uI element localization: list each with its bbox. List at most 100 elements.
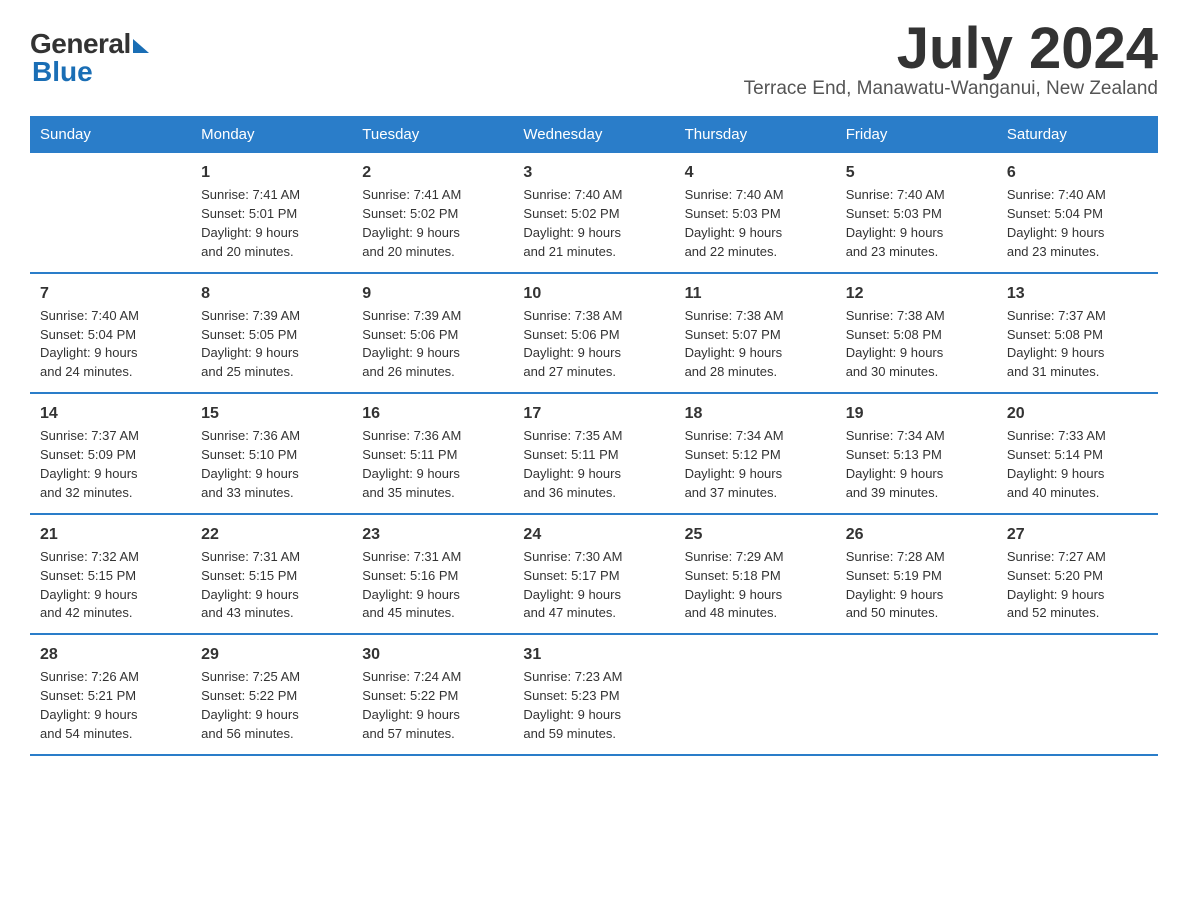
calendar-cell: 31 Sunrise: 7:23 AM Sunset: 5:23 PM Dayli…	[513, 634, 674, 755]
header-sunday: Sunday	[30, 116, 191, 153]
calendar-cell	[997, 634, 1158, 755]
calendar-cell: 4 Sunrise: 7:40 AM Sunset: 5:03 PM Daylig…	[675, 153, 836, 273]
day-info: Sunrise: 7:32 AM Sunset: 5:15 PM Dayligh…	[40, 549, 139, 621]
day-number: 9	[362, 282, 503, 305]
day-info: Sunrise: 7:40 AM Sunset: 5:02 PM Dayligh…	[523, 187, 622, 259]
calendar-cell: 22Sunrise: 7:31 AM Sunset: 5:15 PM Dayli…	[191, 514, 352, 635]
calendar-cell: 20Sunrise: 7:33 AM Sunset: 5:14 PM Dayli…	[997, 393, 1158, 514]
calendar-cell: 16 Sunrise: 7:36 AM Sunset: 5:11 PM Dayli…	[352, 393, 513, 514]
day-info: Sunrise: 7:40 AM Sunset: 5:03 PM Dayligh…	[685, 187, 784, 259]
week-row-5: 28 Sunrise: 7:26 AM Sunset: 5:21 PM Dayli…	[30, 634, 1158, 755]
day-info: Sunrise: 7:36 AM Sunset: 5:10 PM Dayligh…	[201, 428, 300, 500]
day-info: Sunrise: 7:24 AM Sunset: 5:22 PM Dayligh…	[362, 669, 461, 741]
calendar-cell: 30 Sunrise: 7:24 AM Sunset: 5:22 PM Dayli…	[352, 634, 513, 755]
day-info: Sunrise: 7:29 AM Sunset: 5:18 PM Dayligh…	[685, 549, 784, 621]
day-info: Sunrise: 7:41 AM Sunset: 5:01 PM Dayligh…	[201, 187, 300, 259]
day-info: Sunrise: 7:30 AM Sunset: 5:17 PM Dayligh…	[523, 549, 622, 621]
day-number: 11	[685, 282, 826, 305]
week-row-2: 7Sunrise: 7:40 AM Sunset: 5:04 PM Daylig…	[30, 273, 1158, 394]
day-info: Sunrise: 7:23 AM Sunset: 5:23 PM Dayligh…	[523, 669, 622, 741]
calendar-cell: 9 Sunrise: 7:39 AM Sunset: 5:06 PM Daylig…	[352, 273, 513, 394]
day-info: Sunrise: 7:25 AM Sunset: 5:22 PM Dayligh…	[201, 669, 300, 741]
calendar-cell: 28 Sunrise: 7:26 AM Sunset: 5:21 PM Dayli…	[30, 634, 191, 755]
calendar-cell: 26 Sunrise: 7:28 AM Sunset: 5:19 PM Dayli…	[836, 514, 997, 635]
day-number: 21	[40, 523, 181, 546]
day-info: Sunrise: 7:34 AM Sunset: 5:13 PM Dayligh…	[846, 428, 945, 500]
calendar-cell: 15 Sunrise: 7:36 AM Sunset: 5:10 PM Dayli…	[191, 393, 352, 514]
calendar-cell: 17Sunrise: 7:35 AM Sunset: 5:11 PM Dayli…	[513, 393, 674, 514]
page-subtitle: Terrace End, Manawatu-Wanganui, New Zeal…	[744, 78, 1158, 100]
day-number: 4	[685, 161, 826, 184]
calendar-cell: 5 Sunrise: 7:40 AM Sunset: 5:03 PM Daylig…	[836, 153, 997, 273]
title-block: July 2024 Terrace End, Manawatu-Wanganui…	[744, 20, 1158, 112]
day-number: 18	[685, 402, 826, 425]
day-info: Sunrise: 7:38 AM Sunset: 5:08 PM Dayligh…	[846, 308, 945, 380]
calendar-cell: 12Sunrise: 7:38 AM Sunset: 5:08 PM Dayli…	[836, 273, 997, 394]
header-tuesday: Tuesday	[352, 116, 513, 153]
day-number: 30	[362, 643, 503, 666]
day-number: 27	[1007, 523, 1148, 546]
day-info: Sunrise: 7:36 AM Sunset: 5:11 PM Dayligh…	[362, 428, 461, 500]
calendar-cell: 7Sunrise: 7:40 AM Sunset: 5:04 PM Daylig…	[30, 273, 191, 394]
day-number: 22	[201, 523, 342, 546]
day-number: 7	[40, 282, 181, 305]
day-info: Sunrise: 7:31 AM Sunset: 5:16 PM Dayligh…	[362, 549, 461, 621]
day-number: 10	[523, 282, 664, 305]
day-number: 19	[846, 402, 987, 425]
week-row-1: 1 Sunrise: 7:41 AM Sunset: 5:01 PM Daylig…	[30, 153, 1158, 273]
day-number: 25	[685, 523, 826, 546]
day-info: Sunrise: 7:28 AM Sunset: 5:19 PM Dayligh…	[846, 549, 945, 621]
day-number: 31	[523, 643, 664, 666]
day-info: Sunrise: 7:38 AM Sunset: 5:06 PM Dayligh…	[523, 308, 622, 380]
day-number: 24	[523, 523, 664, 546]
calendar-cell: 18 Sunrise: 7:34 AM Sunset: 5:12 PM Dayli…	[675, 393, 836, 514]
logo-arrow-icon	[133, 39, 149, 53]
calendar-table: SundayMondayTuesdayWednesdayThursdayFrid…	[30, 116, 1158, 756]
week-row-4: 21 Sunrise: 7:32 AM Sunset: 5:15 PM Dayli…	[30, 514, 1158, 635]
calendar-cell: 21 Sunrise: 7:32 AM Sunset: 5:15 PM Dayli…	[30, 514, 191, 635]
header-saturday: Saturday	[997, 116, 1158, 153]
day-number: 23	[362, 523, 503, 546]
day-info: Sunrise: 7:34 AM Sunset: 5:12 PM Dayligh…	[685, 428, 784, 500]
calendar-cell: 3 Sunrise: 7:40 AM Sunset: 5:02 PM Daylig…	[513, 153, 674, 273]
day-info: Sunrise: 7:27 AM Sunset: 5:20 PM Dayligh…	[1007, 549, 1106, 621]
day-number: 29	[201, 643, 342, 666]
day-number: 20	[1007, 402, 1148, 425]
day-info: Sunrise: 7:39 AM Sunset: 5:05 PM Dayligh…	[201, 308, 300, 380]
day-number: 1	[201, 161, 342, 184]
day-info: Sunrise: 7:37 AM Sunset: 5:08 PM Dayligh…	[1007, 308, 1106, 380]
day-info: Sunrise: 7:35 AM Sunset: 5:11 PM Dayligh…	[523, 428, 622, 500]
calendar-cell	[675, 634, 836, 755]
day-number: 2	[362, 161, 503, 184]
day-info: Sunrise: 7:40 AM Sunset: 5:03 PM Dayligh…	[846, 187, 945, 259]
calendar-cell: 2 Sunrise: 7:41 AM Sunset: 5:02 PM Daylig…	[352, 153, 513, 273]
header-friday: Friday	[836, 116, 997, 153]
calendar-cell: 27 Sunrise: 7:27 AM Sunset: 5:20 PM Dayli…	[997, 514, 1158, 635]
calendar-cell: 25 Sunrise: 7:29 AM Sunset: 5:18 PM Dayli…	[675, 514, 836, 635]
day-info: Sunrise: 7:39 AM Sunset: 5:06 PM Dayligh…	[362, 308, 461, 380]
calendar-cell	[836, 634, 997, 755]
calendar-cell: 29 Sunrise: 7:25 AM Sunset: 5:22 PM Dayli…	[191, 634, 352, 755]
calendar-cell: 1 Sunrise: 7:41 AM Sunset: 5:01 PM Daylig…	[191, 153, 352, 273]
day-number: 28	[40, 643, 181, 666]
header-thursday: Thursday	[675, 116, 836, 153]
day-number: 6	[1007, 161, 1148, 184]
day-info: Sunrise: 7:41 AM Sunset: 5:02 PM Dayligh…	[362, 187, 461, 259]
day-number: 16	[362, 402, 503, 425]
day-number: 5	[846, 161, 987, 184]
day-number: 15	[201, 402, 342, 425]
day-number: 3	[523, 161, 664, 184]
page-header: General Blue July 2024 Terrace End, Mana…	[30, 20, 1158, 112]
day-number: 8	[201, 282, 342, 305]
calendar-cell	[30, 153, 191, 273]
calendar-cell: 11Sunrise: 7:38 AM Sunset: 5:07 PM Dayli…	[675, 273, 836, 394]
calendar-cell: 23 Sunrise: 7:31 AM Sunset: 5:16 PM Dayli…	[352, 514, 513, 635]
day-info: Sunrise: 7:40 AM Sunset: 5:04 PM Dayligh…	[1007, 187, 1106, 259]
page-title: July 2024	[744, 20, 1158, 78]
day-info: Sunrise: 7:26 AM Sunset: 5:21 PM Dayligh…	[40, 669, 139, 741]
header-wednesday: Wednesday	[513, 116, 674, 153]
day-number: 13	[1007, 282, 1148, 305]
day-number: 26	[846, 523, 987, 546]
calendar-cell: 19 Sunrise: 7:34 AM Sunset: 5:13 PM Dayli…	[836, 393, 997, 514]
day-info: Sunrise: 7:37 AM Sunset: 5:09 PM Dayligh…	[40, 428, 139, 500]
